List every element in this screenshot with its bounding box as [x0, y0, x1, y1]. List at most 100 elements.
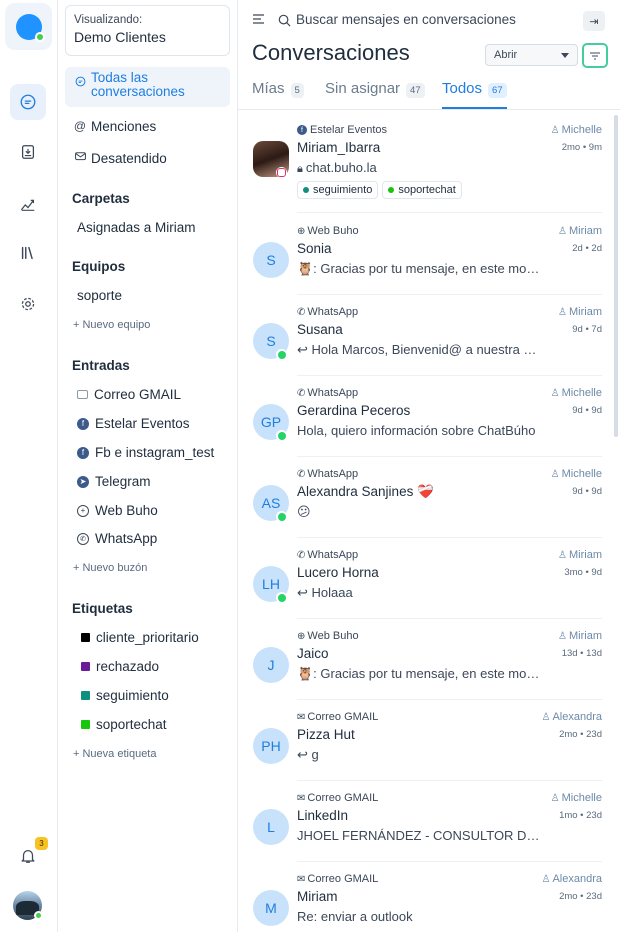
arrow-right-bar-icon: ⇥ — [589, 15, 599, 28]
contact-name: Pizza Hut — [297, 727, 355, 742]
contacts-book-icon — [21, 145, 35, 159]
conversation-inbox: ✆ WhatsApp — [297, 387, 359, 399]
at-icon: @ — [73, 119, 87, 133]
conversation-inbox: ✆ WhatsApp — [297, 549, 359, 561]
page-title: Conversaciones — [252, 40, 410, 65]
status-select-value: Abrir — [494, 49, 518, 61]
contact-name: Gerardina Peceros — [297, 403, 411, 418]
filter-icon — [590, 51, 600, 60]
row-divider — [297, 294, 602, 295]
app-logo[interactable] — [5, 3, 52, 50]
last-message-preview: ↩ Holaaa — [297, 585, 353, 600]
online-status-dot — [34, 911, 43, 920]
assigned-agent: ♙ Miriam — [558, 225, 602, 237]
inbox-item-correo-gmail[interactable]: Correo GMAIL — [77, 387, 181, 402]
inbox-item-telegram[interactable]: ➤ Telegram — [77, 474, 151, 489]
inbox-item-estelar-eventos[interactable]: f Estelar Eventos — [77, 416, 190, 431]
chart-trend-icon — [21, 199, 35, 211]
label-item-rechazado[interactable]: rechazado — [81, 659, 159, 674]
globe-icon: + — [77, 504, 89, 517]
contacts-nav-button[interactable] — [10, 134, 46, 170]
instagram-icon — [276, 167, 287, 178]
nav-all-conversations[interactable]: Todas las conversaciones — [65, 67, 230, 107]
globe-icon: ⊕ — [297, 225, 306, 237]
tab-mine[interactable]: Mías 5 — [252, 80, 304, 109]
reports-nav-button[interactable] — [10, 186, 46, 222]
bell-icon — [21, 849, 35, 863]
nav-mentions[interactable]: @ Menciones — [65, 119, 230, 134]
label-color-dot — [303, 187, 309, 193]
new-team-link[interactable]: + Nuevo equipo — [73, 319, 150, 331]
assigned-agent: ♙ Michelle — [550, 792, 602, 804]
new-label-link[interactable]: + Nueva etiqueta — [73, 748, 156, 760]
label-item-soportechat[interactable]: soportechat — [81, 717, 167, 732]
contact-name: Lucero Horna — [297, 565, 379, 580]
inbox-item-whatsapp[interactable]: ✆ WhatsApp — [77, 531, 157, 546]
new-inbox-link[interactable]: + Nuevo buzón — [73, 562, 147, 574]
last-message-preview: ↩ g — [297, 747, 319, 762]
collapse-panel-button[interactable]: ⇥ — [583, 11, 605, 31]
whatsapp-icon — [276, 430, 287, 441]
whatsapp-icon: ✆ — [297, 387, 306, 399]
whatsapp-icon: ✆ — [297, 468, 306, 480]
row-divider — [297, 780, 602, 781]
person-icon: ♙ — [558, 225, 567, 237]
assigned-agent: ♙ Michelle — [550, 468, 602, 480]
label-chip[interactable]: soportechat — [382, 181, 462, 199]
assigned-agent: ♙ Miriam — [558, 549, 602, 561]
folders-heading: Carpetas — [72, 191, 130, 206]
label-color-dot — [388, 187, 395, 193]
contact-name: Jaico — [297, 646, 329, 661]
inbox-item-fb-instagram[interactable]: f Fb e instagram_test — [77, 445, 214, 460]
conversations-nav-button[interactable] — [10, 84, 46, 120]
label-color-swatch — [81, 691, 90, 700]
conversation-timestamp: 2mo • 23d — [559, 891, 602, 902]
settings-nav-button[interactable] — [10, 286, 46, 322]
whatsapp-icon: ✆ — [297, 549, 306, 561]
gear-icon — [21, 297, 35, 311]
conversation-inbox: ✉ Correo GMAIL — [297, 792, 379, 804]
last-message-preview: ↩ Hola Marcos, Bienvenid@ a nuestra aten… — [297, 342, 542, 357]
inbox-item-web-buho[interactable]: + Web Buho — [77, 503, 158, 518]
conversation-timestamp: 3mo • 9d — [564, 567, 602, 578]
whatsapp-icon: ✆ — [297, 306, 306, 318]
facebook-icon: f — [297, 125, 307, 135]
label-color-swatch — [81, 662, 90, 671]
team-item[interactable]: soporte — [77, 288, 122, 303]
person-icon: ♙ — [541, 873, 551, 885]
mail-unread-icon — [73, 151, 87, 161]
person-icon: ♙ — [558, 630, 567, 642]
search-input[interactable]: Buscar mensajes en conversaciones — [296, 12, 516, 27]
mail-icon: ✉ — [297, 873, 306, 885]
conversation-timestamp: 2mo • 9m — [561, 142, 602, 153]
contact-name: LinkedIn — [297, 808, 349, 823]
scrollbar[interactable] — [614, 115, 618, 437]
conversation-inbox: ✉ Correo GMAIL — [297, 711, 379, 723]
left-rail: 3 — [0, 0, 58, 932]
row-divider — [297, 618, 602, 619]
contact-name: Miriam_Ibarra — [297, 140, 381, 155]
viewing-label: Visualizando: — [74, 14, 143, 26]
label-item-seguimiento[interactable]: seguimiento — [81, 688, 169, 703]
library-nav-button[interactable] — [10, 235, 46, 271]
nav-unattended[interactable]: Desatendido — [65, 151, 230, 166]
contact-name: Susana — [297, 322, 343, 337]
filter-button[interactable] — [582, 43, 608, 68]
whatsapp-icon — [276, 349, 287, 360]
contact-avatar: L — [253, 809, 289, 845]
conversation-inbox: ✉ Correo GMAIL — [297, 873, 379, 885]
label-chip[interactable]: seguimiento — [297, 181, 379, 199]
tab-unassigned[interactable]: Sin asignar 47 — [325, 80, 425, 109]
person-icon: ♙ — [550, 124, 560, 136]
tab-all[interactable]: Todos 67 — [442, 80, 507, 109]
label-item-cliente-prioritario[interactable]: cliente_prioritario — [81, 630, 199, 645]
status-select[interactable]: Abrir — [485, 44, 578, 66]
assigned-agent: ♙ Miriam — [558, 306, 602, 318]
menu-icon[interactable] — [253, 14, 266, 24]
facebook-icon: f — [77, 446, 89, 459]
whatsapp-icon — [276, 511, 287, 522]
folder-item[interactable]: Asignadas a Miriam — [77, 220, 196, 235]
inboxes-heading: Entradas — [72, 358, 130, 373]
contact-avatar: J — [253, 647, 289, 683]
account-switcher[interactable]: Visualizando: Demo Clientes — [65, 5, 230, 56]
